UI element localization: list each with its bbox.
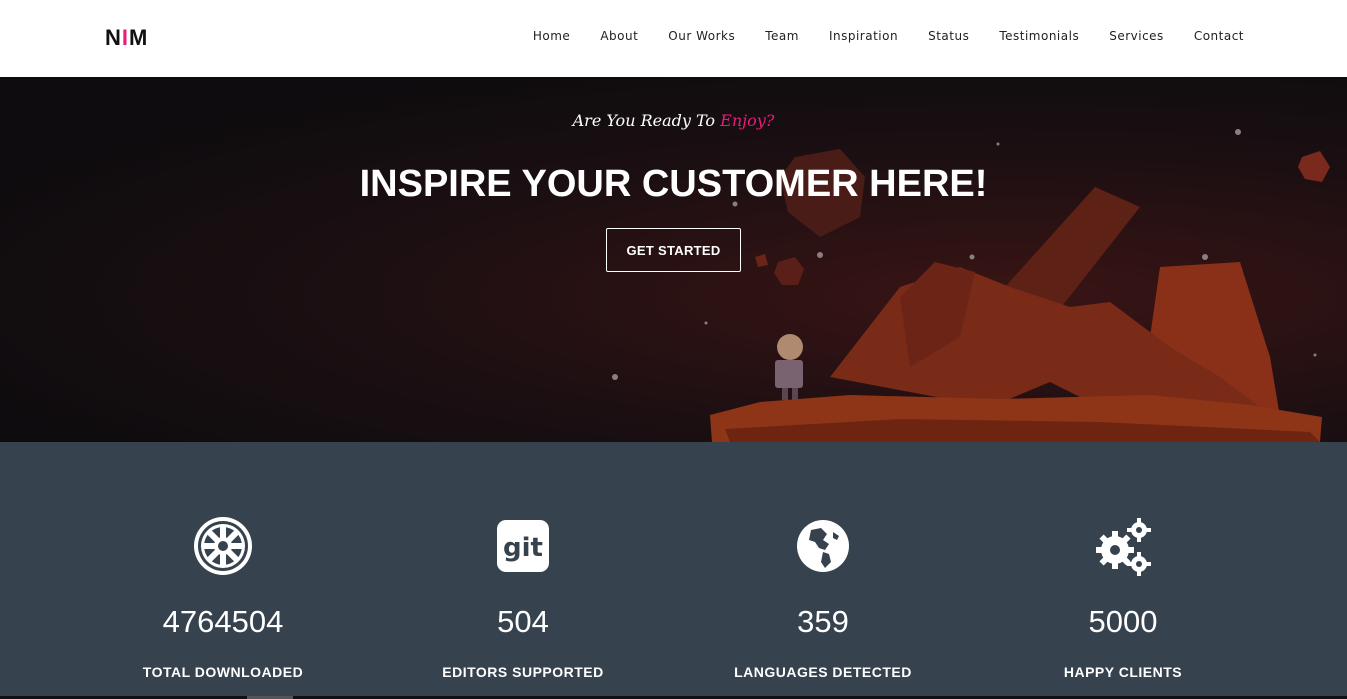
main-nav: Home About Our Works Team Inspiration St… [503,29,1244,43]
hero-section: Are You Ready To Enjoy? INSPIRE YOUR CUS… [0,77,1347,442]
git-icon: git [497,520,549,572]
nav-status[interactable]: Status [928,29,969,43]
stat-value: 5000 [1088,604,1158,639]
nav-about[interactable]: About [600,29,638,43]
tagline-accent: Enjoy? [720,111,775,130]
stat-value: 359 [797,604,849,639]
nav-home[interactable]: Home [533,29,570,43]
stats-section: 4764504 TOTAL DOWNLOADED git 504 EDITORS… [0,442,1347,699]
get-started-button[interactable]: GET STARTED [606,228,741,272]
nav-team[interactable]: Team [765,29,799,43]
nav-contact[interactable]: Contact [1194,29,1244,43]
gears-icon [1096,518,1151,576]
hero-tagline: Are You Ready To Enjoy? [0,111,1347,130]
logo-part-n: N [105,25,122,50]
empire-icon [194,517,252,575]
svg-text:git: git [503,533,543,563]
stat-value: 4764504 [162,604,284,639]
logo-part-m: M [129,25,149,50]
tagline-prefix: Are You Ready To [572,111,721,130]
nav-inspiration[interactable]: Inspiration [829,29,898,43]
hero-headline: INSPIRE YOUR CUSTOMER HERE! [359,163,988,205]
floating-rock-small [774,257,804,285]
stat-total-downloaded: 4764504 TOTAL DOWNLOADED [73,442,373,699]
astronaut-figure [775,334,803,400]
stat-happy-clients: 5000 HAPPY CLIENTS [973,442,1273,699]
nav-our-works[interactable]: Our Works [668,29,735,43]
stat-label: HAPPY CLIENTS [1063,664,1183,680]
stat-languages-detected: 359 LANGUAGES DETECTED [673,442,973,699]
floating-rock-tiny [755,254,768,267]
stat-label: EDITORS SUPPORTED [442,664,604,680]
stat-label: LANGUAGES DETECTED [734,664,912,680]
nav-testimonials[interactable]: Testimonials [999,29,1079,43]
globe-icon [797,520,849,572]
nav-services[interactable]: Services [1109,29,1164,43]
site-header: NIM Home About Our Works Team Inspiratio… [0,0,1347,77]
logo[interactable]: NIM [105,25,148,51]
stat-value: 504 [497,604,549,639]
stat-editors-supported: git 504 EDITORS SUPPORTED [373,442,673,699]
stat-label: TOTAL DOWNLOADED [142,664,304,680]
logo-part-i: I [121,25,130,50]
